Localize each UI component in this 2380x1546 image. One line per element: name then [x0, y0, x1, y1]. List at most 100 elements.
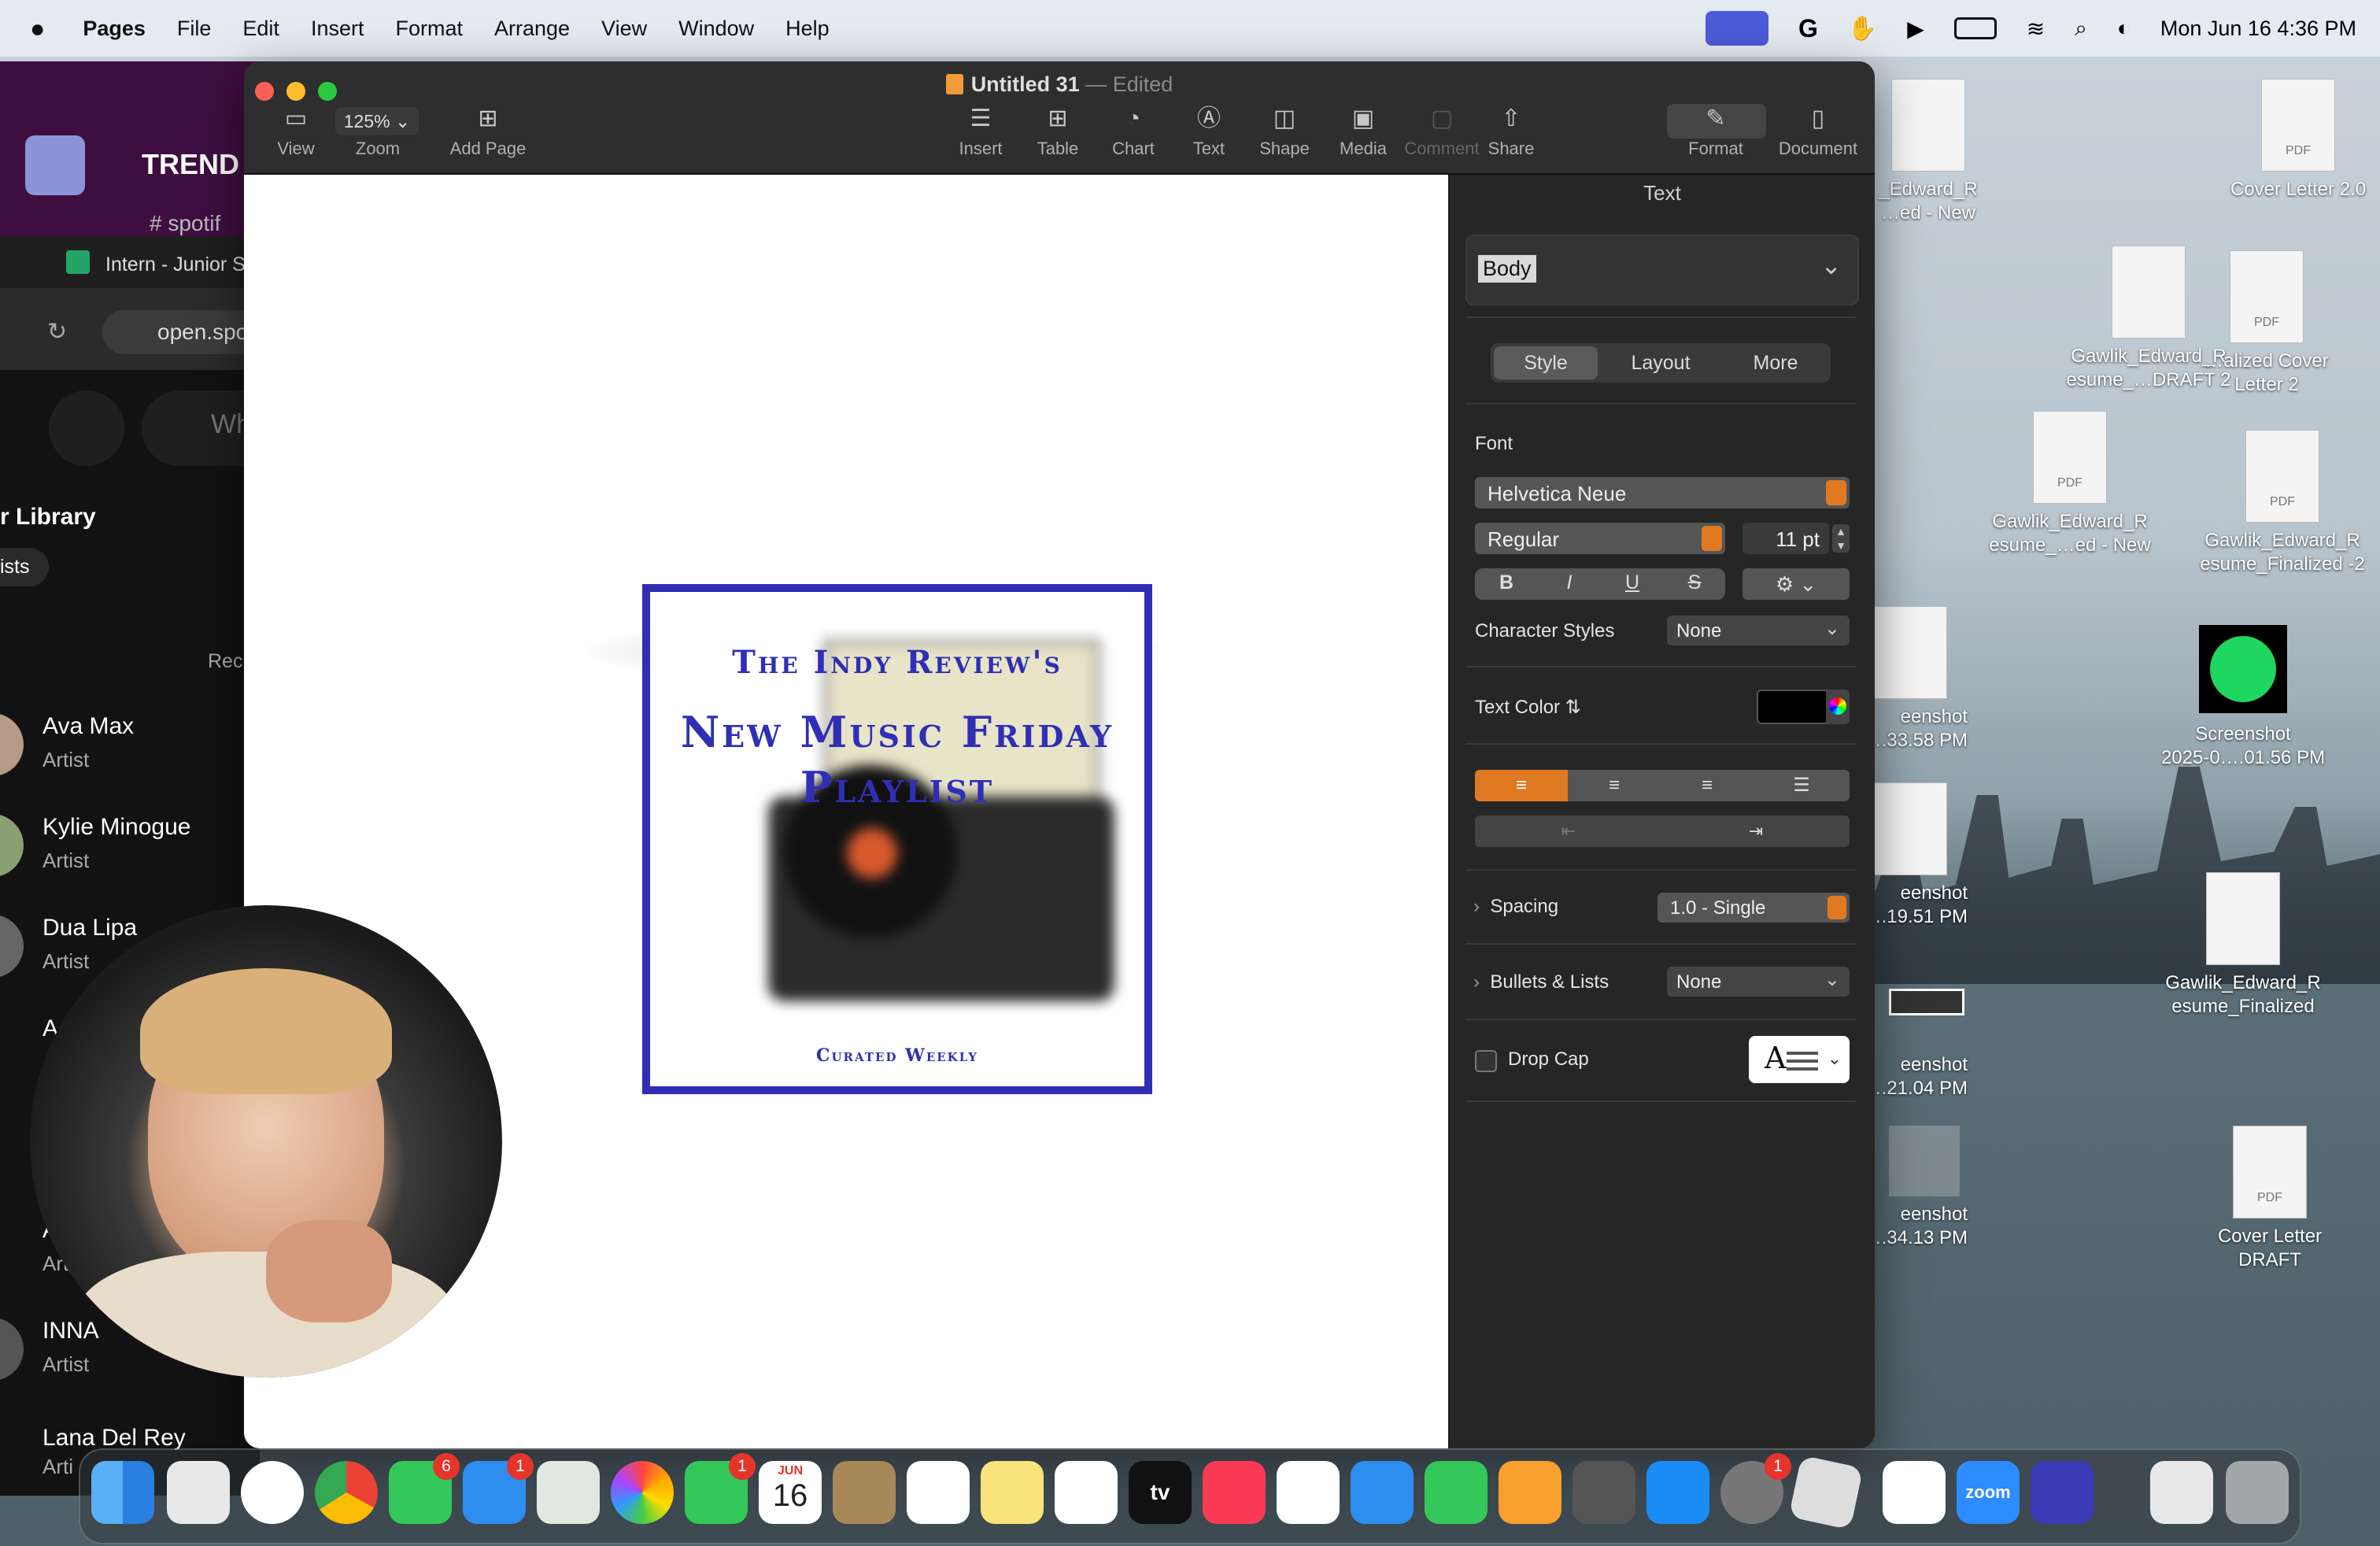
font-size-field[interactable]: 11 pt: [1743, 523, 1829, 554]
spacing-disclosure[interactable]: › Spacing: [1473, 896, 1558, 918]
tab-layout[interactable]: Layout: [1609, 346, 1713, 379]
menu-arrange[interactable]: Arrange: [494, 17, 570, 41]
freeform-icon[interactable]: [1055, 1461, 1118, 1524]
desktop-file[interactable]: PDF …alized Cover Letter 2: [2180, 250, 2353, 397]
zoom-select[interactable]: 125% ⌄: [335, 107, 419, 135]
photos-icon[interactable]: [611, 1461, 674, 1524]
downloads-stack-icon[interactable]: [2150, 1461, 2213, 1524]
font-weight-select[interactable]: Regular: [1475, 523, 1725, 554]
menu-view[interactable]: View: [601, 17, 647, 41]
align-right-icon[interactable]: ≡: [1661, 770, 1754, 801]
safari-icon[interactable]: [241, 1461, 304, 1524]
strikethrough-button[interactable]: S: [1664, 571, 1725, 594]
plus-icon: ⊞: [478, 105, 498, 131]
bullets-disclosure[interactable]: › Bullets & Lists: [1473, 971, 1609, 993]
text-color-label[interactable]: Text Color ⇅: [1475, 696, 1581, 719]
align-center-icon[interactable]: ≡: [1568, 770, 1661, 801]
document-button[interactable]: ▯ Document: [1771, 107, 1865, 159]
home-icon[interactable]: [49, 390, 124, 466]
pages-icon[interactable]: [1499, 1461, 1561, 1524]
battery-icon[interactable]: [1953, 17, 1997, 39]
drop-cap-checkbox[interactable]: [1475, 1050, 1497, 1072]
reminders-icon[interactable]: [907, 1461, 970, 1524]
align-left-icon[interactable]: ≡: [1475, 770, 1568, 801]
finder-icon[interactable]: [91, 1461, 154, 1524]
character-styles-select[interactable]: None ⌄: [1667, 616, 1850, 645]
underline-button[interactable]: U: [1601, 571, 1664, 594]
search-icon[interactable]: ⌕: [2075, 16, 2087, 42]
channel-name[interactable]: # spotif: [150, 211, 220, 236]
iphone-mirroring-icon[interactable]: [1572, 1461, 1635, 1524]
play-icon[interactable]: ▶: [1907, 16, 1924, 42]
view-button[interactable]: ▭ View: [249, 107, 343, 159]
menu-app-name[interactable]: Pages: [83, 17, 146, 41]
screen-share-icon[interactable]: [1705, 11, 1768, 46]
tab-more[interactable]: More: [1724, 346, 1828, 379]
paragraph-style-select[interactable]: Body ⌄: [1465, 235, 1859, 305]
desktop-file[interactable]: PDF Gawlik_Edward_R esume_…ed - New: [1983, 411, 2156, 557]
desktop-screenshot[interactable]: Screenshot 2025-0….01.56 PM: [2156, 625, 2330, 770]
maps-icon[interactable]: [537, 1461, 600, 1524]
share-button[interactable]: ⇧ Share: [1464, 107, 1558, 159]
grammarly-icon[interactable]: G: [1798, 14, 1818, 43]
system-settings-icon[interactable]: 1: [1720, 1453, 1791, 1524]
app-store-icon[interactable]: [1646, 1461, 1709, 1524]
bullets-select[interactable]: None ⌄: [1667, 967, 1850, 997]
desktop-file[interactable]: PDF Cover Letter 2.0: [2212, 79, 2380, 202]
menu-insert[interactable]: Insert: [311, 17, 364, 41]
drop-cap-style-select[interactable]: A ⌄: [1749, 1036, 1850, 1083]
roblox-icon[interactable]: [1788, 1455, 1864, 1530]
font-size-stepper[interactable]: ▲ ▼: [1832, 524, 1850, 553]
chrome-icon[interactable]: [315, 1461, 378, 1524]
menu-format[interactable]: Format: [395, 17, 463, 41]
advanced-options-gear-icon[interactable]: ⚙ ⌄: [1743, 568, 1850, 600]
format-button[interactable]: ✎ Format: [1669, 107, 1763, 159]
desktop-file[interactable]: PDF Gawlik_Edward_R esume_Finalized -2: [2196, 430, 2369, 576]
menu-edit[interactable]: Edit: [242, 17, 279, 41]
launchpad-icon[interactable]: [167, 1461, 230, 1524]
filter-chip[interactable]: ists: [0, 548, 49, 586]
tab-style[interactable]: Style: [1494, 346, 1598, 379]
apple-tv-icon[interactable]: tv: [1129, 1461, 1192, 1524]
add-page-button[interactable]: ⊞ Add Page: [441, 107, 535, 159]
browser-tab[interactable]: Intern - Junior S: [105, 253, 246, 276]
bold-button[interactable]: B: [1475, 571, 1538, 594]
messages-icon[interactable]: 6: [389, 1453, 460, 1524]
increase-indent-icon[interactable]: ⇥: [1662, 816, 1850, 847]
calendar-icon[interactable]: JUN 16: [759, 1461, 822, 1524]
contacts-icon[interactable]: [833, 1461, 896, 1524]
workspace-logo[interactable]: [25, 135, 85, 195]
zoom-app-icon[interactable]: zoom: [1957, 1461, 2020, 1524]
recents-sort[interactable]: Rec: [208, 650, 242, 673]
grammarly-app-icon[interactable]: [2031, 1461, 2094, 1524]
news-icon[interactable]: [1277, 1461, 1340, 1524]
justify-icon[interactable]: ☰: [1754, 770, 1850, 801]
text-color-well[interactable]: [1757, 690, 1828, 724]
numbers-icon[interactable]: [1425, 1461, 1488, 1524]
playlist-cover-image[interactable]: The Indy Review's New Music Friday Playl…: [642, 584, 1152, 1094]
wifi-icon[interactable]: ≋: [2027, 16, 2045, 42]
menu-file[interactable]: File: [177, 17, 212, 41]
font-family-select[interactable]: Helvetica Neue: [1475, 477, 1850, 509]
mail-icon[interactable]: 1: [463, 1453, 534, 1524]
color-wheel-icon[interactable]: [1826, 690, 1850, 724]
spacing-select[interactable]: 1.0 - Single: [1658, 893, 1850, 923]
menu-help[interactable]: Help: [785, 17, 830, 41]
slack-icon[interactable]: [1883, 1461, 1946, 1524]
hand-icon[interactable]: ✋: [1848, 15, 1877, 43]
desktop-file[interactable]: Gawlik_Edward_R esume_Finalized: [2156, 872, 2330, 1019]
italic-button[interactable]: I: [1538, 571, 1601, 594]
keynote-icon[interactable]: [1351, 1461, 1414, 1524]
desktop-file[interactable]: PDF Cover Letter DRAFT: [2183, 1126, 2356, 1272]
apple-menu-icon[interactable]: ●: [30, 14, 45, 43]
trash-icon[interactable]: [2226, 1461, 2289, 1524]
menu-window[interactable]: Window: [678, 17, 754, 41]
music-icon[interactable]: [1203, 1461, 1266, 1524]
decrease-indent-icon[interactable]: ⇤: [1475, 816, 1662, 847]
control-center-icon[interactable]: ◐: [2117, 16, 2131, 41]
clock[interactable]: Mon Jun 16 4:36 PM: [2160, 17, 2356, 41]
reload-icon[interactable]: ↻: [47, 318, 67, 346]
notes-icon[interactable]: [981, 1461, 1044, 1524]
facetime-icon[interactable]: 1: [685, 1453, 756, 1524]
webcam-overlay[interactable]: [30, 905, 502, 1378]
